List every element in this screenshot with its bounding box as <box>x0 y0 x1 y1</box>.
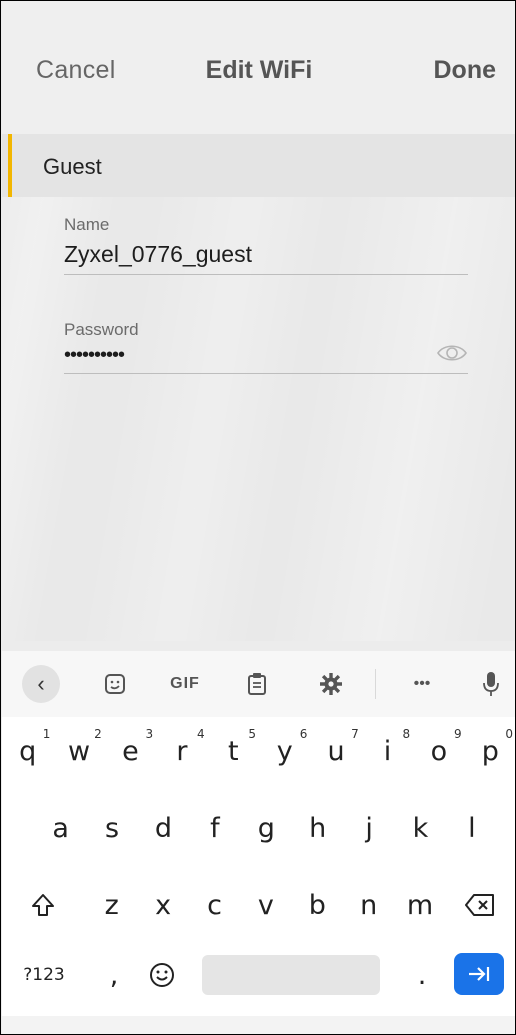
key-w[interactable]: w2 <box>53 721 104 781</box>
key-r[interactable]: r4 <box>156 721 207 781</box>
key-number-hint: 4 <box>196 727 205 741</box>
key-label: t <box>227 735 239 767</box>
key-p[interactable]: p0 <box>465 721 515 781</box>
toolbar-divider <box>375 669 376 699</box>
key-label: q <box>19 735 37 767</box>
key-label: y <box>276 735 293 767</box>
section-label: Guest <box>43 154 102 179</box>
section-header-guest: Guest <box>2 134 515 197</box>
space-bar[interactable] <box>202 955 380 995</box>
key-h[interactable]: h <box>292 798 343 858</box>
key-y[interactable]: y6 <box>259 721 310 781</box>
comma-key[interactable]: , <box>94 945 134 1005</box>
key-number-hint: 7 <box>351 727 359 741</box>
password-input[interactable]: •••••••••• <box>64 344 468 367</box>
key-x[interactable]: x <box>137 875 188 935</box>
key-number-hint: 8 <box>402 727 411 741</box>
key-v[interactable]: v <box>240 875 291 935</box>
key-label: p <box>481 735 499 767</box>
key-number-hint: 6 <box>299 727 308 741</box>
backspace-key[interactable] <box>450 875 510 935</box>
key-d[interactable]: d <box>138 798 189 858</box>
wifi-name-field[interactable]: Name Zyxel_0776_guest <box>64 215 468 275</box>
done-button[interactable]: Done <box>434 56 497 85</box>
key-k[interactable]: k <box>395 798 446 858</box>
key-label: i <box>383 735 392 767</box>
key-number-hint: 5 <box>248 727 256 741</box>
key-label: o <box>430 735 448 767</box>
key-number-hint: 0 <box>505 727 513 741</box>
chevron-left-icon[interactable]: ‹ <box>22 665 60 703</box>
key-u[interactable]: u7 <box>310 721 361 781</box>
key-o[interactable]: o9 <box>413 721 464 781</box>
key-label: u <box>327 735 345 767</box>
key-label: w <box>68 735 91 767</box>
key-number-hint: 1 <box>42 727 51 741</box>
key-row-2: asdfghjkl <box>2 798 515 858</box>
key-m[interactable]: m <box>394 875 445 935</box>
phone-screen: Cancel Edit WiFi Done Guest Name Zyxel_0… <box>0 0 516 1035</box>
key-row-1: q1w2e3r4t5y6u7i8o9p0 <box>2 721 515 781</box>
key-z[interactable]: z <box>86 875 137 935</box>
key-row-4: ?123 , . <box>2 945 515 1005</box>
key-number-hint: 9 <box>453 727 462 741</box>
key-label: e <box>122 735 139 767</box>
key-j[interactable]: j <box>343 798 394 858</box>
password-underline <box>64 373 468 374</box>
keyboard-toolbar: ‹ GIF ••• <box>2 651 515 717</box>
key-c[interactable]: c <box>189 875 240 935</box>
edit-wifi-screen: Cancel Edit WiFi Done Guest Name Zyxel_0… <box>2 1 515 641</box>
name-input[interactable]: Zyxel_0776_guest <box>64 241 468 268</box>
key-b[interactable]: b <box>292 875 343 935</box>
more-options-button[interactable]: ••• <box>402 665 442 703</box>
key-a[interactable]: a <box>35 798 86 858</box>
name-underline <box>64 274 468 275</box>
shift-key[interactable] <box>18 875 68 935</box>
key-number-hint: 2 <box>94 727 102 741</box>
emoji-icon[interactable] <box>142 945 182 1005</box>
microphone-icon[interactable] <box>476 665 506 703</box>
key-e[interactable]: e3 <box>105 721 156 781</box>
clipboard-icon[interactable] <box>238 665 276 703</box>
key-row-3: zxcvbnm <box>2 875 515 935</box>
gif-button[interactable]: GIF <box>160 665 210 703</box>
key-i[interactable]: i8 <box>362 721 413 781</box>
key-number-hint: 3 <box>145 727 154 741</box>
sticker-icon[interactable] <box>96 665 134 703</box>
key-g[interactable]: g <box>241 798 292 858</box>
name-field-label: Name <box>64 215 110 234</box>
key-q[interactable]: q1 <box>2 721 53 781</box>
key-label: r <box>176 735 188 767</box>
key-s[interactable]: s <box>86 798 137 858</box>
top-bar: Cancel Edit WiFi Done <box>2 1 515 134</box>
period-key[interactable]: . <box>402 945 442 1005</box>
soft-keyboard: ‹ GIF ••• q 1 w 2 e 3 r 4 t 5 y 6 u 7 i … <box>2 651 515 1034</box>
system-nav-bar <box>2 1016 515 1034</box>
key-t[interactable]: t5 <box>208 721 259 781</box>
key-n[interactable]: n <box>343 875 394 935</box>
section-accent-bar <box>8 134 12 197</box>
key-l[interactable]: l <box>446 798 497 858</box>
tab-arrow-icon[interactable] <box>454 953 504 995</box>
gear-icon[interactable] <box>312 665 350 703</box>
wifi-password-field[interactable]: Password •••••••••• <box>64 320 468 374</box>
symbols-key[interactable]: ?123 <box>14 945 74 1005</box>
eye-icon[interactable] <box>436 342 468 364</box>
key-f[interactable]: f <box>189 798 240 858</box>
password-field-label: Password <box>64 320 139 339</box>
